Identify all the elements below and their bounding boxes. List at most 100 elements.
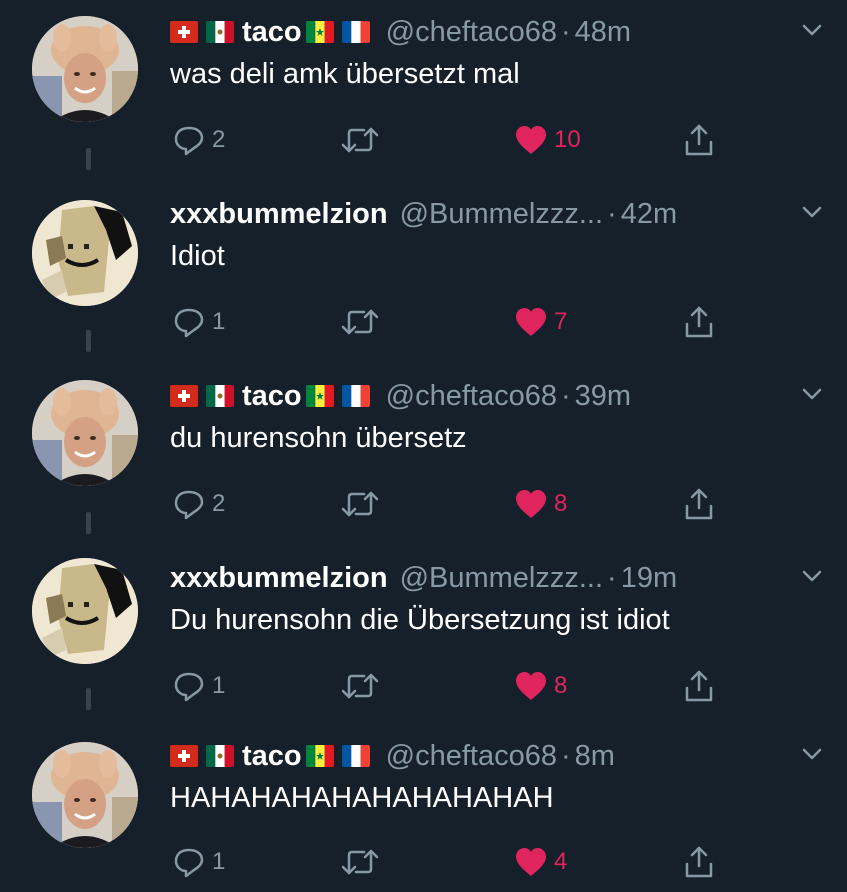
timestamp[interactable]: 19m xyxy=(621,562,677,595)
retweet-icon xyxy=(341,127,379,153)
share-button[interactable] xyxy=(682,666,716,706)
tweet-text: HAHAHAHAHAHAHAHAHAH xyxy=(170,782,554,814)
avatar[interactable] xyxy=(32,380,138,486)
tweet-actions: 2 8 xyxy=(170,484,740,524)
chevron-down-icon[interactable] xyxy=(801,568,823,584)
chevron-down-icon[interactable] xyxy=(801,386,823,402)
tweet-text: du hurensohn übersetz xyxy=(170,422,467,454)
timestamp[interactable]: 42m xyxy=(621,198,677,231)
like-count: 7 xyxy=(554,308,568,335)
retweet-icon xyxy=(341,849,379,875)
reply-count: 2 xyxy=(212,490,226,517)
retweet-button[interactable] xyxy=(340,120,380,160)
heart-icon xyxy=(516,308,546,336)
chevron-down-icon[interactable] xyxy=(801,204,823,220)
avatar[interactable] xyxy=(32,16,138,122)
like-button[interactable]: 4 xyxy=(514,842,567,882)
bummel-avatar-image xyxy=(32,200,138,306)
share-icon xyxy=(685,670,713,702)
tweet-actions: 1 8 xyxy=(170,666,740,706)
handle[interactable]: @cheftaco68 xyxy=(386,380,557,413)
display-name[interactable]: taco xyxy=(242,380,302,413)
taco-avatar-image xyxy=(32,742,138,848)
display-name[interactable]: taco xyxy=(242,740,302,773)
thread-connector xyxy=(86,512,91,534)
handle[interactable]: @Bummelzzz... xyxy=(400,198,603,231)
tweet-text: was deli amk übersetzt mal xyxy=(170,58,520,90)
taco-avatar-image xyxy=(32,380,138,486)
senegal-flag-icon xyxy=(305,21,334,43)
share-button[interactable] xyxy=(682,842,716,882)
handle[interactable]: @cheftaco68 xyxy=(386,16,557,49)
tweet[interactable]: taco @cheftaco68 · 48m was deli amk über… xyxy=(0,0,847,180)
tweet[interactable]: taco @cheftaco68 · 8m HAHAHAHAHAHAHAHAHA… xyxy=(0,724,847,892)
reply-button[interactable]: 2 xyxy=(172,120,225,160)
reply-count: 1 xyxy=(212,672,226,699)
tweet-header: taco @cheftaco68 · 39m xyxy=(170,376,827,416)
tweet[interactable]: xxxbummelzion @Bummelzzz... · 42m Idiot … xyxy=(0,182,847,362)
reply-button[interactable]: 1 xyxy=(172,666,225,706)
timestamp[interactable]: 48m xyxy=(575,16,631,49)
display-name[interactable]: xxxbummelzion xyxy=(170,198,388,231)
heart-icon xyxy=(516,126,546,154)
separator: · xyxy=(607,561,617,594)
heart-icon xyxy=(516,490,546,518)
reply-button[interactable]: 1 xyxy=(172,842,225,882)
reply-count: 1 xyxy=(212,308,226,335)
reply-icon xyxy=(174,490,204,520)
separator: · xyxy=(560,739,571,772)
retweet-icon xyxy=(341,491,379,517)
retweet-button[interactable] xyxy=(340,302,380,342)
senegal-flag-icon xyxy=(305,745,334,767)
mexico-flag-icon xyxy=(206,385,234,407)
avatar[interactable] xyxy=(32,200,138,306)
chevron-down-icon[interactable] xyxy=(801,746,823,762)
timestamp[interactable]: 39m xyxy=(575,380,631,413)
reply-button[interactable]: 1 xyxy=(172,302,225,342)
reply-icon xyxy=(174,672,204,702)
like-count: 8 xyxy=(554,490,568,517)
swiss-flag-icon xyxy=(170,745,198,767)
like-count: 10 xyxy=(554,126,581,153)
reply-icon xyxy=(174,308,204,338)
retweet-button[interactable] xyxy=(340,842,380,882)
like-button[interactable]: 8 xyxy=(514,666,567,706)
tweet-thread: taco @cheftaco68 · 48m was deli amk über… xyxy=(0,0,847,892)
display-name[interactable]: taco xyxy=(242,16,302,49)
retweet-button[interactable] xyxy=(340,666,380,706)
france-flag-icon xyxy=(341,385,370,407)
swiss-flag-icon xyxy=(170,385,198,407)
heart-icon xyxy=(516,848,546,876)
tweet-header: taco @cheftaco68 · 48m xyxy=(170,12,827,52)
separator: · xyxy=(607,197,617,230)
like-button[interactable]: 7 xyxy=(514,302,567,342)
chevron-down-icon[interactable] xyxy=(801,22,823,38)
tweet-text: Idiot xyxy=(170,240,225,272)
reply-button[interactable]: 2 xyxy=(172,484,225,524)
tweet-text: Du hurensohn die Übersetzung ist idiot xyxy=(170,604,670,636)
tweet[interactable]: xxxbummelzion @Bummelzzz... · 19m Du hur… xyxy=(0,546,847,726)
share-icon xyxy=(685,488,713,520)
timestamp[interactable]: 8m xyxy=(575,740,615,773)
taco-avatar-image xyxy=(32,16,138,122)
share-button[interactable] xyxy=(682,302,716,342)
handle[interactable]: @Bummelzzz... xyxy=(400,562,603,595)
thread-connector xyxy=(86,148,91,170)
handle[interactable]: @cheftaco68 xyxy=(386,740,557,773)
retweet-button[interactable] xyxy=(340,484,380,524)
like-button[interactable]: 8 xyxy=(514,484,567,524)
separator: · xyxy=(560,379,571,412)
tweet[interactable]: taco @cheftaco68 · 39m du hurensohn über… xyxy=(0,364,847,544)
share-icon xyxy=(685,846,713,878)
mexico-flag-icon xyxy=(206,21,234,43)
share-button[interactable] xyxy=(682,484,716,524)
avatar[interactable] xyxy=(32,558,138,664)
reply-count: 2 xyxy=(212,126,226,153)
swiss-flag-icon xyxy=(170,21,198,43)
like-count: 4 xyxy=(554,848,568,875)
retweet-icon xyxy=(341,309,379,335)
like-button[interactable]: 10 xyxy=(514,120,581,160)
avatar[interactable] xyxy=(32,742,138,848)
display-name[interactable]: xxxbummelzion xyxy=(170,562,388,595)
share-button[interactable] xyxy=(682,120,716,160)
